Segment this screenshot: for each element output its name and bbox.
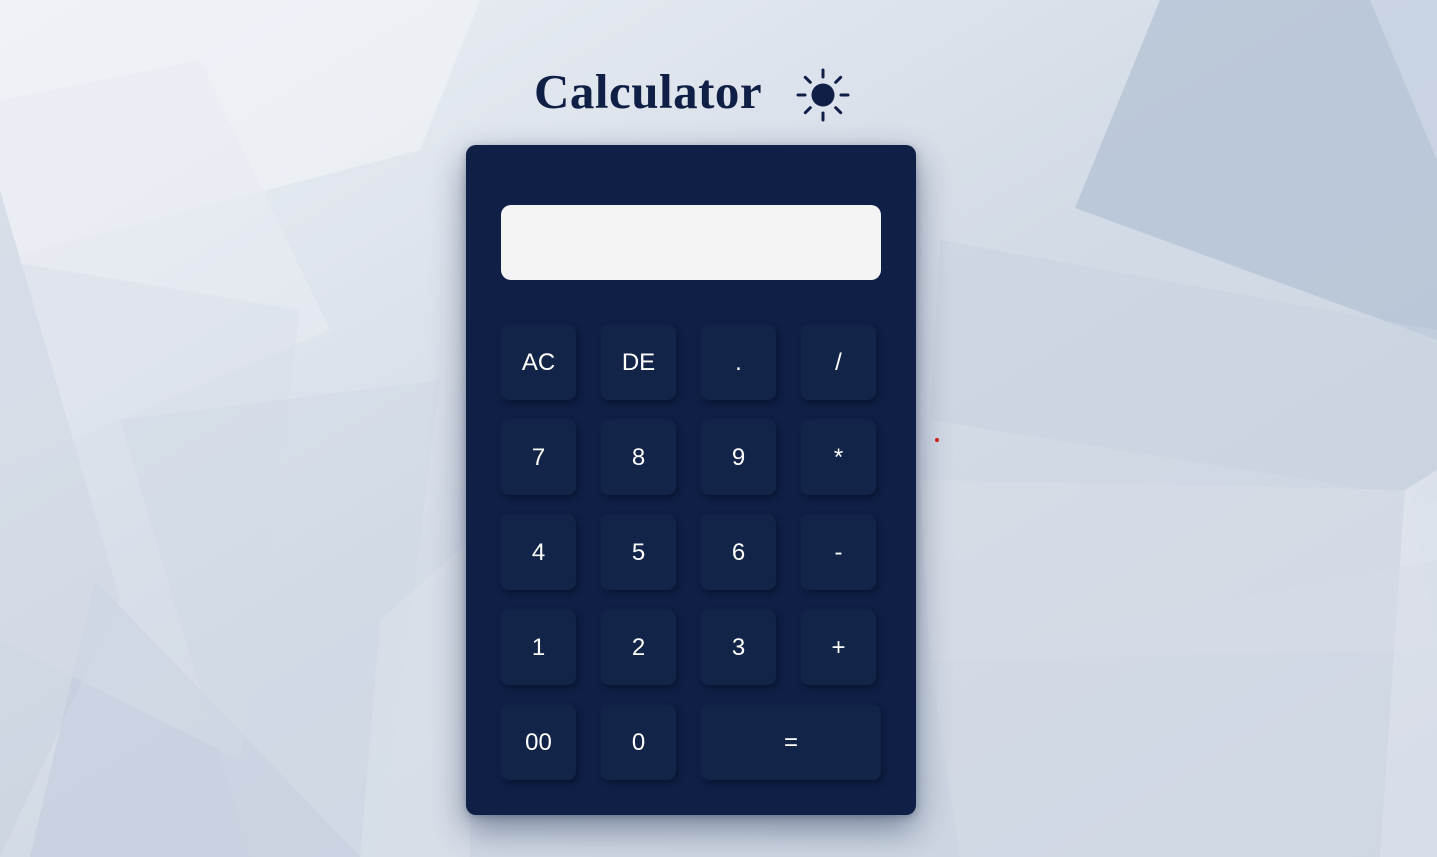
digit-5-button[interactable]: 5 (601, 515, 676, 590)
digit-7-button[interactable]: 7 (501, 420, 576, 495)
theme-toggle-glyph (796, 68, 850, 122)
calculator: AC DE . / 7 8 9 * 4 5 6 - 1 2 3 + 00 0 = (466, 145, 916, 815)
all-clear-button[interactable]: AC (501, 325, 576, 400)
subtract-button[interactable]: - (801, 515, 876, 590)
digit-4-button[interactable]: 4 (501, 515, 576, 590)
header: Calculator (0, 60, 1437, 126)
double-zero-button[interactable]: 00 (501, 705, 576, 780)
display-input[interactable] (501, 205, 881, 280)
digit-1-button[interactable]: 1 (501, 610, 576, 685)
digit-9-button[interactable]: 9 (701, 420, 776, 495)
digit-2-button[interactable]: 2 (601, 610, 676, 685)
equals-button[interactable]: = (701, 705, 881, 780)
multiply-button[interactable]: * (801, 420, 876, 495)
divide-button[interactable]: / (801, 325, 876, 400)
add-button[interactable]: + (801, 610, 876, 685)
digit-6-button[interactable]: 6 (701, 515, 776, 590)
sun-icon[interactable] (796, 68, 850, 122)
mouse-cursor-dot (935, 438, 939, 442)
delete-button[interactable]: DE (601, 325, 676, 400)
decimal-button[interactable]: . (701, 325, 776, 400)
digit-0-button[interactable]: 0 (601, 705, 676, 780)
digit-3-button[interactable]: 3 (701, 610, 776, 685)
digit-8-button[interactable]: 8 (601, 420, 676, 495)
page-title: Calculator (534, 64, 763, 119)
keypad: AC DE . / 7 8 9 * 4 5 6 - 1 2 3 + 00 0 = (501, 325, 881, 780)
